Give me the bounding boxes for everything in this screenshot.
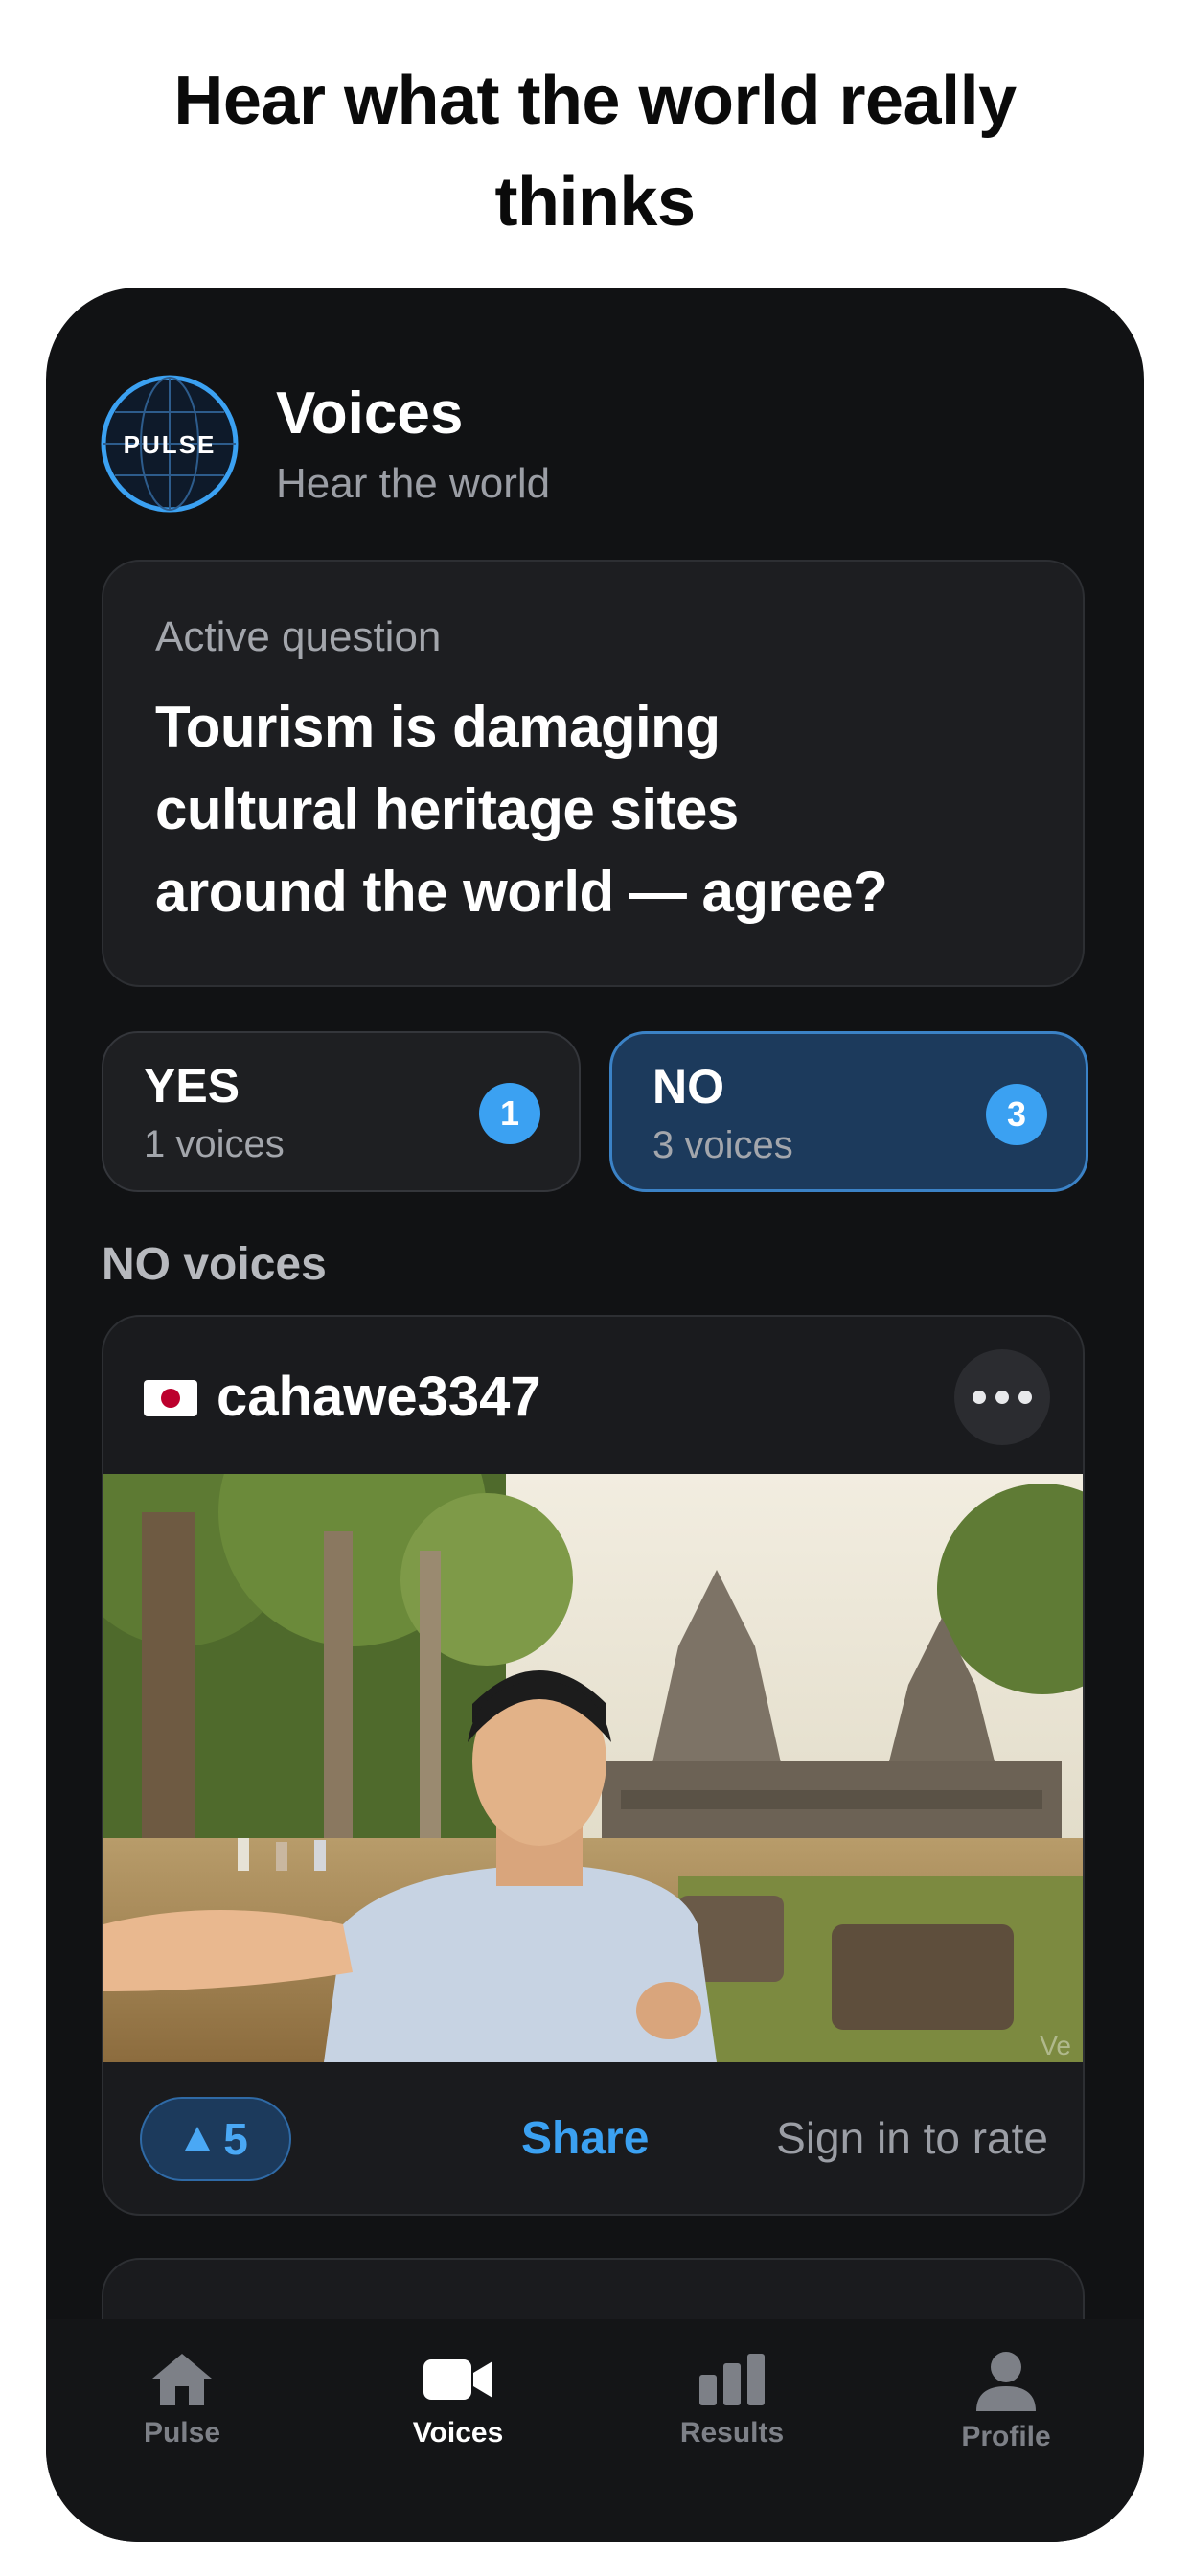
tab-pulse[interactable]: Pulse bbox=[86, 2338, 278, 2472]
tab-bar: Pulse Voices Results Profile bbox=[46, 2319, 1144, 2542]
tab-label: Profile bbox=[961, 2421, 1051, 2452]
tab-voices[interactable]: Voices bbox=[362, 2338, 554, 2472]
active-question-card: Active question Tourism is damaging cult… bbox=[102, 560, 1085, 987]
question-label: Active question bbox=[155, 613, 442, 660]
more-options-button[interactable] bbox=[954, 1349, 1050, 1445]
voice-post-card: cahawe3347 Ve 5 Share Sign in to rate bbox=[102, 1315, 1085, 2216]
upvote-count: 5 bbox=[223, 2114, 248, 2164]
no-badge: 3 bbox=[986, 1084, 1047, 1145]
pulse-logo: PULSE bbox=[100, 374, 240, 514]
question-line: around the world — agree? bbox=[155, 860, 888, 924]
no-vote-button[interactable]: NO 3 voices 3 bbox=[609, 1031, 1088, 1192]
arrow-up-icon bbox=[185, 2127, 211, 2150]
page-headline: Hear what the world really thinks bbox=[0, 50, 1190, 253]
headline-line-2: thinks bbox=[494, 164, 696, 241]
question-line: Tourism is damaging bbox=[155, 695, 721, 759]
japan-flag-icon bbox=[144, 1380, 197, 1416]
app-title: Voices bbox=[276, 380, 464, 447]
dot-icon bbox=[1018, 1391, 1032, 1404]
post-header: cahawe3347 bbox=[103, 1317, 1083, 1474]
home-icon bbox=[152, 2354, 212, 2405]
video-thumbnail[interactable]: Ve bbox=[103, 1474, 1083, 2062]
video-camera-icon bbox=[423, 2359, 492, 2400]
tab-label: Pulse bbox=[143, 2417, 221, 2449]
dot-icon bbox=[995, 1391, 1009, 1404]
app-subtitle: Hear the world bbox=[276, 460, 551, 507]
tab-label: Voices bbox=[412, 2417, 504, 2449]
no-count: 3 voices bbox=[652, 1124, 793, 1166]
person-icon bbox=[976, 2352, 1036, 2411]
section-title: NO voices bbox=[102, 1239, 327, 1290]
sign-in-to-rate-link[interactable]: Sign in to rate bbox=[776, 2112, 1048, 2164]
yes-badge: 1 bbox=[479, 1083, 540, 1144]
tab-results[interactable]: Results bbox=[636, 2338, 828, 2472]
tab-label: Results bbox=[679, 2417, 785, 2449]
post-footer: 5 Share Sign in to rate bbox=[103, 2062, 1083, 2214]
question-line: cultural heritage sites bbox=[155, 777, 739, 841]
dot-icon bbox=[973, 1391, 986, 1404]
upvote-button[interactable]: 5 bbox=[140, 2097, 291, 2181]
phone-screen: PULSE Voices Hear the world Active quest… bbox=[46, 288, 1144, 2542]
svg-text:Ve: Ve bbox=[1040, 2031, 1071, 2060]
no-label: NO bbox=[652, 1060, 724, 1114]
share-button[interactable]: Share bbox=[521, 2112, 649, 2165]
tab-profile[interactable]: Profile bbox=[910, 2338, 1102, 2472]
bar-chart-icon bbox=[699, 2354, 765, 2405]
yes-label: YES bbox=[144, 1059, 240, 1113]
question-text: Tourism is damaging cultural heritage si… bbox=[155, 686, 1056, 933]
yes-count: 1 voices bbox=[144, 1123, 285, 1165]
logo-text: PULSE bbox=[124, 430, 217, 459]
yes-vote-button[interactable]: YES 1 voices 1 bbox=[102, 1031, 581, 1192]
headline-line-1: Hear what the world really bbox=[173, 62, 1017, 139]
post-username[interactable]: cahawe3347 bbox=[217, 1365, 541, 1429]
